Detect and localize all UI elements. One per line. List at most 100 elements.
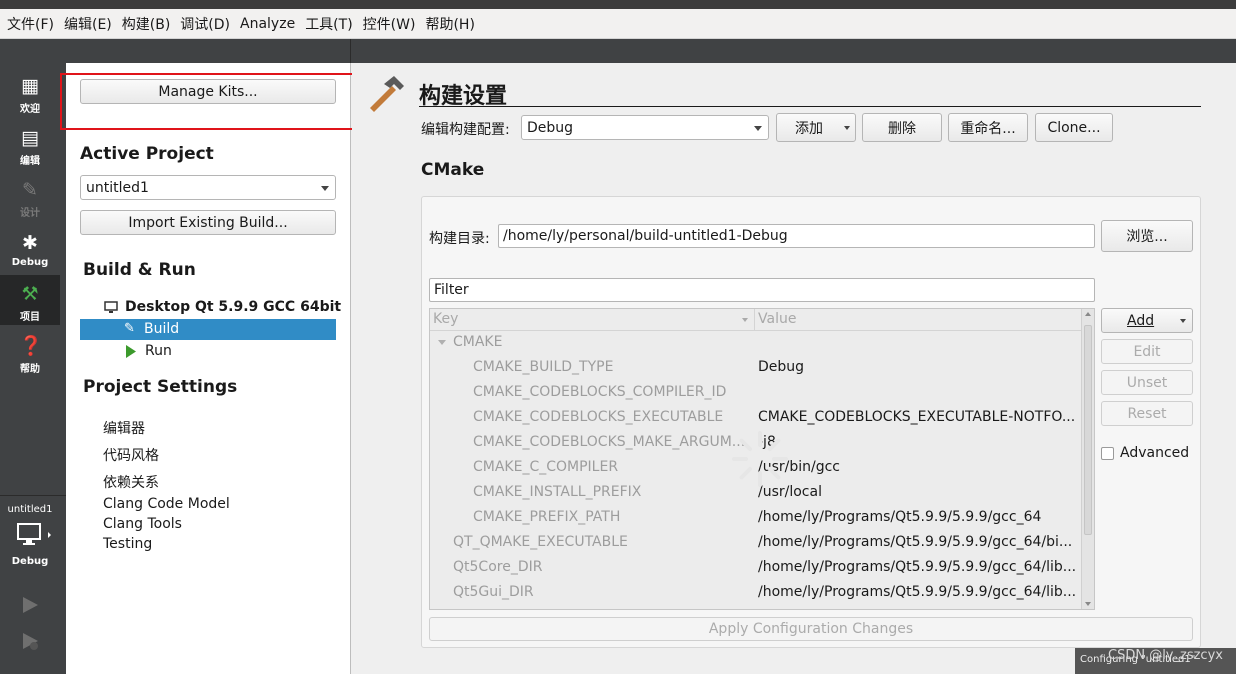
menu-tools[interactable]: 工具(T): [300, 14, 357, 34]
add-config-label: 添加: [795, 120, 823, 137]
advanced-checkbox[interactable]: [1101, 447, 1114, 460]
mode-projects[interactable]: ⚒ 项目: [0, 275, 60, 325]
apply-config-button[interactable]: Apply Configuration Changes: [429, 617, 1193, 641]
kit-item[interactable]: Desktop Qt 5.9.9 GCC 64bit: [125, 299, 341, 315]
mode-debug[interactable]: ✱ Debug: [0, 224, 60, 274]
active-project-value: untitled1: [86, 179, 149, 196]
menu-help[interactable]: 帮助(H): [420, 14, 479, 34]
row-value[interactable]: /home/ly/Programs/Qt5.9.9/5.9.9/gcc_64: [758, 509, 1078, 525]
loading-spinner-icon: [732, 431, 788, 487]
browse-button[interactable]: 浏览...: [1101, 220, 1193, 252]
active-project-combo[interactable]: untitled1: [80, 175, 336, 200]
menu-analyze[interactable]: Analyze: [235, 16, 300, 32]
menu-edit[interactable]: 编辑(E): [59, 14, 117, 34]
toolbar-strip: [66, 39, 1236, 63]
edit-config-label: 编辑构建配置:: [421, 122, 510, 138]
active-project-heading: Active Project: [80, 144, 214, 164]
delete-config-button[interactable]: 删除: [862, 113, 942, 142]
add-entry-label: Add: [1127, 312, 1155, 329]
add-entry-button[interactable]: Add: [1101, 308, 1193, 333]
mode-welcome[interactable]: ▦ 欢迎: [0, 67, 60, 117]
settings-editor[interactable]: 编辑器: [103, 418, 145, 438]
row-value[interactable]: /usr/local: [758, 484, 1078, 500]
document-icon: ▤: [21, 127, 39, 149]
row-key[interactable]: CMAKE_BUILD_TYPE: [473, 359, 753, 375]
chevron-down-icon: [844, 126, 850, 130]
filter-input[interactable]: Filter: [429, 278, 1095, 302]
row-key[interactable]: CMAKE_CODEBLOCKS_MAKE_ARGUM...: [473, 434, 753, 450]
highlight-box: [60, 73, 374, 130]
title-divider: [419, 106, 1201, 107]
menu-file[interactable]: 文件(F): [2, 14, 59, 34]
watermark: CSDN @ly_zszcyx: [1108, 648, 1223, 663]
settings-code-style[interactable]: 代码风格: [103, 445, 159, 465]
debug-run-icon[interactable]: [20, 631, 40, 651]
row-value[interactable]: /usr/bin/gcc: [758, 459, 1078, 475]
rename-config-button[interactable]: 重命名...: [948, 113, 1028, 142]
table-scrollbar[interactable]: [1081, 309, 1094, 609]
scroll-down-icon[interactable]: [1085, 602, 1091, 606]
import-build-button[interactable]: Import Existing Build...: [80, 210, 336, 235]
chevron-down-icon: [754, 125, 762, 131]
row-key[interactable]: Qt5Gui_DIR: [453, 584, 753, 600]
mode-edit[interactable]: ▤ 编辑: [0, 119, 60, 169]
scroll-thumb[interactable]: [1084, 325, 1092, 535]
mode-design-label: 设计: [20, 208, 40, 219]
unset-entry-button[interactable]: Unset: [1101, 370, 1193, 395]
toolbar-separator: [350, 39, 351, 63]
settings-clang-code-model[interactable]: Clang Code Model: [103, 496, 230, 512]
column-key[interactable]: Key: [433, 311, 458, 327]
row-key[interactable]: CMAKE_CODEBLOCKS_COMPILER_ID: [473, 384, 753, 400]
chevron-down-icon: [321, 185, 329, 191]
row-value[interactable]: /home/ly/Programs/Qt5.9.9/5.9.9/gcc_64/b…: [758, 534, 1078, 550]
row-key[interactable]: Qt5Core_DIR: [453, 559, 753, 575]
tree-item-run[interactable]: Run: [145, 343, 172, 359]
settings-testing[interactable]: Testing: [103, 536, 152, 552]
scroll-up-icon[interactable]: [1085, 312, 1091, 316]
row-key[interactable]: CMAKE_C_COMPILER: [473, 459, 753, 475]
bug-icon: ✱: [22, 232, 38, 254]
group-cmake[interactable]: CMAKE: [453, 334, 502, 350]
settings-clang-tools[interactable]: Clang Tools: [103, 516, 182, 532]
row-value[interactable]: Debug: [758, 359, 1078, 375]
target-config-label: Debug: [11, 556, 49, 567]
cmake-config-table[interactable]: Key Value CMAKE CMAKE_BUILD_TYPE Debug C…: [429, 308, 1095, 610]
edit-entry-button[interactable]: Edit: [1101, 339, 1193, 364]
row-key[interactable]: CMAKE_INSTALL_PREFIX: [473, 484, 753, 500]
row-value[interactable]: CMAKE_CODEBLOCKS_EXECUTABLE-NOTFO...: [758, 409, 1078, 425]
row-key[interactable]: CMAKE_PREFIX_PATH: [473, 509, 753, 525]
play-icon: [126, 345, 136, 358]
menu-debug[interactable]: 调试(D): [175, 14, 235, 34]
monitor-icon: [17, 523, 51, 545]
run-icon[interactable]: [20, 595, 40, 615]
menu-build[interactable]: 构建(B): [117, 14, 176, 34]
build-config-combo[interactable]: Debug: [521, 115, 769, 140]
add-config-button[interactable]: 添加: [776, 113, 856, 142]
column-value[interactable]: Value: [758, 311, 796, 327]
row-value[interactable]: -j8: [758, 434, 1078, 450]
clone-config-button[interactable]: Clone...: [1035, 113, 1113, 142]
menu-widgets[interactable]: 控件(W): [358, 14, 421, 34]
advanced-label: Advanced: [1120, 445, 1190, 461]
row-key[interactable]: QT_QMAKE_EXECUTABLE: [453, 534, 753, 550]
tree-item-build[interactable]: ✎ Build: [80, 319, 336, 340]
monitor-small-icon: [104, 301, 118, 318]
project-settings-heading: Project Settings: [83, 377, 238, 397]
reset-entry-button[interactable]: Reset: [1101, 401, 1193, 426]
help-icon: ❓: [19, 335, 43, 357]
collapse-icon[interactable]: [438, 340, 446, 345]
mode-design[interactable]: ✎ 设计: [0, 171, 60, 221]
build-dir-input[interactable]: /home/ly/personal/build-untitled1-Debug: [498, 224, 1095, 248]
row-value[interactable]: /home/ly/Programs/Qt5.9.9/5.9.9/gcc_64/l…: [758, 584, 1078, 600]
mode-help[interactable]: ❓ 帮助: [0, 327, 60, 377]
mode-separator: [0, 495, 66, 496]
build-run-heading: Build & Run: [83, 260, 196, 280]
wrench-icon: ⚒: [21, 283, 39, 305]
row-value[interactable]: /home/ly/Programs/Qt5.9.9/5.9.9/gcc_64/l…: [758, 559, 1078, 575]
chevron-down-icon: [1180, 319, 1186, 323]
mode-debug-label: Debug: [11, 257, 49, 268]
settings-dependencies[interactable]: 依赖关系: [103, 472, 159, 492]
row-key[interactable]: CMAKE_CODEBLOCKS_EXECUTABLE: [473, 409, 753, 425]
mode-help-label: 帮助: [20, 364, 40, 375]
target-selector[interactable]: [16, 522, 52, 552]
